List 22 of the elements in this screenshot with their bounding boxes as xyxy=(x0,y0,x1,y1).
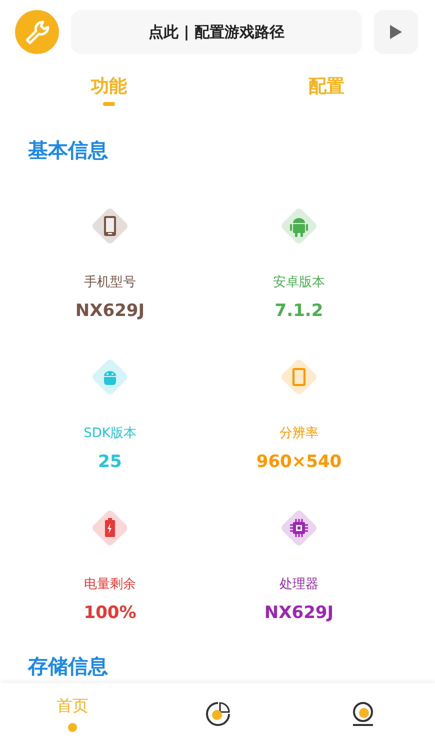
game-path-button[interactable]: 点此 | 配置游戏路径 xyxy=(71,10,362,54)
info-value: NX629J xyxy=(264,602,334,624)
profile-icon[interactable] xyxy=(352,701,374,727)
pie-chart-icon[interactable] xyxy=(204,701,230,727)
play-icon xyxy=(390,25,402,39)
section-title: 存储信息 xyxy=(28,653,109,680)
info-value: 7.1.2 xyxy=(274,300,324,322)
info-value: 100% xyxy=(84,602,136,624)
play-button[interactable] xyxy=(374,10,418,54)
info-value: 25 xyxy=(98,451,122,473)
info-value: 960×540 xyxy=(256,451,342,473)
tab[interactable]: 功能 xyxy=(0,76,218,108)
info-value: NX629J xyxy=(75,300,145,322)
info-label: 手机型号 xyxy=(84,274,136,292)
home-tab[interactable]: 首页 xyxy=(56,696,88,717)
section-title: 基本信息 xyxy=(28,137,109,164)
info-label: 处理器 xyxy=(280,576,318,594)
info-label: 电量剩余 xyxy=(84,576,136,594)
info-label: 安卓版本 xyxy=(273,274,325,292)
info-label: 分辨率 xyxy=(280,425,318,443)
tab[interactable]: 配置 xyxy=(218,76,435,108)
info-label: SDK版本 xyxy=(84,425,136,443)
